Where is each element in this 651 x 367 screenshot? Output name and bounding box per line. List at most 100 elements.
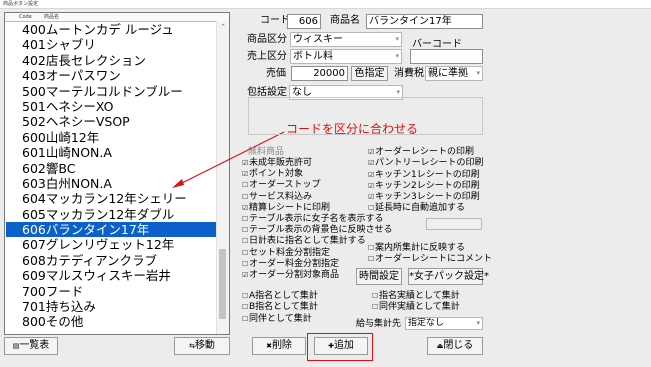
checkbox-empty-icon[interactable]: ☐ (372, 291, 379, 302)
list-item[interactable]: 604マッカラン12年シェリー (6, 191, 218, 206)
color-button[interactable]: 色指定 (351, 66, 388, 81)
checkbox-item[interactable]: ☐案内所集計に反映する (368, 243, 488, 254)
time-setting-button[interactable]: 時間設定 (356, 268, 402, 285)
checkbox-empty-icon[interactable]: ☐ (242, 180, 249, 191)
chevron-down-icon: ▾ (476, 319, 480, 327)
barcode-input[interactable] (410, 49, 483, 64)
checkbox-empty-icon[interactable]: ☐ (242, 248, 249, 259)
checkbox-checked-icon[interactable]: ☑ (368, 147, 375, 158)
checkbox-item[interactable]: ☐テーブル表示の背景色に反映させる (242, 225, 392, 236)
checkbox-checked-icon[interactable]: ☑ (242, 169, 249, 180)
checkbox-empty-icon[interactable]: ☐ (368, 243, 375, 254)
checkbox-item[interactable]: ☑キッチン2レシートの印刷 (368, 181, 488, 192)
checkbox-empty-icon[interactable]: ☐ (368, 254, 375, 265)
list-item[interactable]: 700フード (6, 284, 218, 299)
checkbox-item[interactable]: ☑キッチン3レシートの印刷 (368, 192, 488, 203)
checkbox-item[interactable]: ☐同伴として集計 (242, 314, 372, 325)
list-item[interactable]: 502ヘネシーVSOP (6, 114, 218, 129)
pay-select[interactable]: 指定なし ▾ (405, 317, 483, 330)
list-header-name[interactable]: 商品名 (44, 13, 59, 21)
list-item[interactable]: 500マーテルコルドンブルー (6, 84, 218, 99)
move-label: 移動 (194, 340, 215, 351)
category-select[interactable]: ウィスキー ▾ (290, 32, 402, 47)
pay-value: 指定なし (408, 318, 445, 328)
list-item[interactable]: 605マッカラン12年ダブル (6, 207, 218, 222)
list-item[interactable]: 608カテディアンクラブ (6, 253, 218, 268)
list-item-name: 山崎NON.A (45, 145, 112, 161)
checkbox-item[interactable]: ☐オーダーストップ (242, 180, 377, 191)
list-item[interactable]: 800その他 (6, 314, 218, 329)
chevron-down-icon: ▾ (476, 69, 480, 77)
checkbox-checked-icon[interactable]: ☑ (242, 203, 249, 214)
list-header-code[interactable]: Code (19, 13, 32, 21)
list-item[interactable]: 403オーパスワン (6, 68, 218, 83)
list-item-code: 700 (22, 283, 46, 299)
checkbox-item[interactable]: ☑パントリーレシートの印刷 (368, 158, 488, 169)
checkbox-checked-icon[interactable]: ☑ (242, 158, 249, 169)
checkbox-empty-icon[interactable]: ☐ (242, 214, 249, 225)
checkbox-label: キッチン2レシートの印刷 (375, 180, 480, 191)
list-item[interactable]: 400ムートンカデ ルージュ (6, 22, 218, 37)
checkbox-item[interactable]: ☐B指名として集計 (242, 302, 372, 313)
checkbox-item[interactable]: ☑キッチン1レシートの印刷 (368, 170, 488, 181)
girl-pack-button[interactable]: *女子パック設定* (408, 268, 489, 285)
list-item[interactable]: 401シャブリ (6, 37, 218, 52)
list-item-code: 608 (22, 252, 46, 268)
list-item[interactable]: 609マルスウィスキー岩井 (6, 268, 218, 283)
checkbox-item[interactable]: ☐オーダーレシートにコメント (368, 254, 492, 265)
sales-select[interactable]: ボトル料 ▾ (290, 49, 402, 64)
checkbox-item[interactable]: ☐テーブル表示に女子名を表示する (242, 214, 383, 225)
checkbox-label: オーダーレシートの印刷 (375, 147, 475, 157)
checkbox-item[interactable]: ☐A指名として集計 (242, 291, 372, 302)
close-button[interactable]: ⏏閉じる (427, 337, 483, 355)
checkbox-checked-icon[interactable]: ☑ (368, 181, 375, 192)
list-item-name: その他 (45, 314, 84, 330)
checkbox-checked-icon[interactable]: ☑ (368, 158, 375, 169)
checkbox-empty-icon[interactable]: ☐ (242, 314, 249, 325)
price-input[interactable]: 20000 (291, 66, 348, 81)
list-item[interactable]: 607グレンリヴェット12年 (6, 237, 218, 252)
list-item[interactable]: 501ヘネシーXO (6, 99, 218, 114)
scroll-up-icon[interactable]: ⌃ (217, 21, 229, 33)
checkbox-empty-icon[interactable]: ☐ (242, 225, 249, 236)
checkbox-item[interactable]: ☑ポイント対象 (242, 169, 377, 180)
checkbox-empty-icon[interactable]: ☐ (242, 291, 249, 302)
checkbox-label: オーダー分割対象商品 (249, 269, 340, 280)
list-item-name: 山崎12年 (45, 129, 100, 145)
scroll-thumb[interactable] (219, 249, 226, 319)
list-item-name: グレンリヴェット12年 (45, 237, 175, 253)
code-input[interactable]: 606 (287, 14, 321, 29)
checkbox-empty-icon[interactable]: ☐ (372, 302, 379, 313)
checkbox-item[interactable]: ☑未成年販売許可 (242, 158, 377, 169)
checkbox-checked-icon[interactable]: ☑ (242, 270, 249, 281)
checkbox-empty-icon[interactable]: ☐ (242, 302, 249, 313)
name-input[interactable]: バランタイン17年 (366, 14, 483, 29)
list-view-button[interactable]: ▤一覧表 (4, 337, 58, 355)
checkbox-checked-icon[interactable]: ☑ (368, 192, 375, 203)
checkbox-item[interactable]: ☐日計表に指名として集計する (242, 236, 377, 247)
move-button[interactable]: ⇆移動 (174, 337, 230, 355)
list-item-code: 402 (22, 52, 46, 68)
close-label: 閉じる (443, 340, 474, 351)
window-title: 商品ボタン設定 (0, 0, 651, 8)
checkbox-item[interactable]: ☐指名実績として集計 (372, 291, 484, 302)
checkbox-item[interactable]: ☐セット料金分割指定 (242, 248, 377, 259)
checkbox-empty-icon[interactable]: ☐ (242, 259, 249, 270)
checkbox-item[interactable]: ☐サービス料込み (242, 192, 377, 203)
checkbox-empty-icon[interactable]: ☐ (368, 203, 375, 214)
list-item[interactable]: 606バランタイン17年 (6, 222, 218, 238)
list-item[interactable]: 701持ち込み (6, 299, 218, 314)
list-item[interactable]: 402店長セレクション (6, 53, 218, 68)
checkbox-checked-icon[interactable]: ☑ (368, 170, 375, 181)
checkbox-item[interactable]: ☑オーダーレシートの印刷 (368, 147, 488, 158)
delete-button[interactable]: ✖削除 (252, 337, 306, 355)
checkbox-item[interactable]: ☐同伴実績として集計 (372, 302, 484, 313)
list-item-code: 604 (22, 191, 46, 207)
checkbox-empty-icon[interactable]: ☐ (242, 236, 249, 247)
left-checks: ☑未成年販売許可 ☑ポイント対象 ☐オーダーストップ ☐サービス料込み ☑精算レシートに… (242, 158, 392, 281)
checkbox-item[interactable]: ☑精算レシートに印刷 (242, 203, 377, 214)
checkbox-item[interactable]: ☐延長時に自動追加する (368, 203, 488, 214)
checkbox-empty-icon[interactable]: ☐ (242, 192, 249, 203)
add-button[interactable]: ✚追加 (314, 337, 368, 355)
tax-select[interactable]: 親に準拠 ▾ (425, 66, 483, 81)
